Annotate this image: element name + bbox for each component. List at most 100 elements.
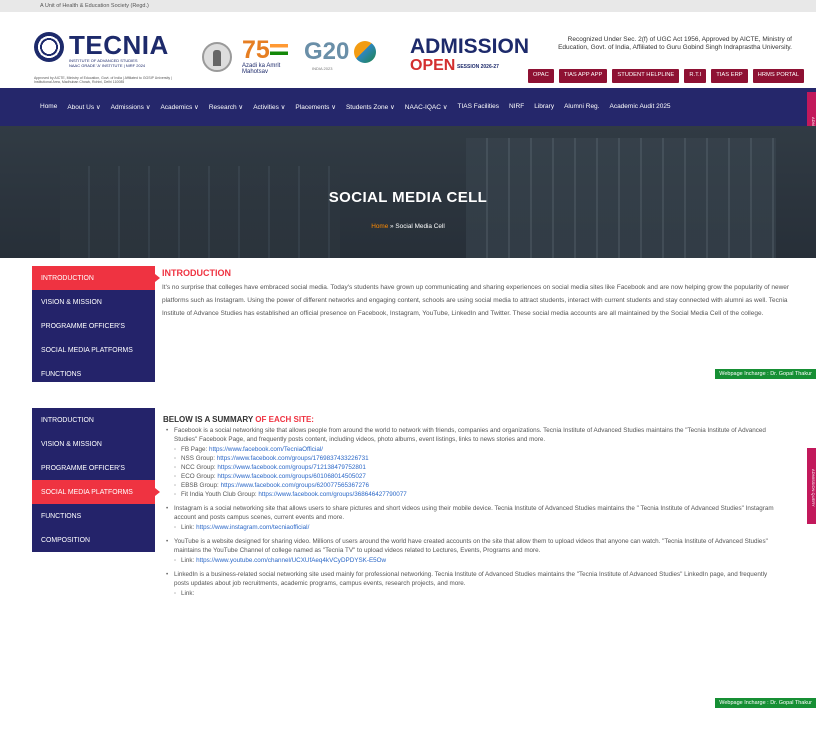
- nav-item-9[interactable]: TIAS Facilities: [457, 103, 499, 111]
- sidebar-menu-1: INTRODUCTION VISION & MISSION PROGRAMME OF…: [32, 266, 160, 386]
- screenshot-gap: [0, 382, 816, 402]
- sidebar_2-item-2[interactable]: PROGRAMME OFFICER'S: [32, 456, 155, 480]
- nav-item-6[interactable]: Placements ∨: [295, 103, 336, 111]
- quick-link-4[interactable]: TIAS ERP: [711, 69, 748, 83]
- logo-address: Approved by AICTE, Ministry of Education…: [34, 76, 173, 84]
- linkedin-link-item: Link:: [163, 589, 783, 598]
- admission-title[interactable]: ADMISSION: [410, 35, 529, 59]
- breadcrumb-home[interactable]: Home: [371, 223, 388, 230]
- quick-link-0[interactable]: OPAC: [527, 69, 554, 83]
- facebook-link-5[interactable]: https://www.facebook.com/groups/36864642…: [258, 491, 406, 498]
- facebook-link-item-2: NCC Group: https://www.facebook.com/grou…: [163, 463, 783, 472]
- nav-item-12[interactable]: Alumni Reg.: [564, 103, 599, 111]
- linkedin-description: LinkedIn is a business-related social ne…: [163, 570, 783, 588]
- intro-screenshot: INTRODUCTION VISION & MISSION PROGRAMME OF…: [0, 258, 816, 386]
- sidebar_2-item-0[interactable]: INTRODUCTION: [32, 408, 155, 432]
- summary-heading-accent: OF EACH SITE:: [255, 415, 314, 424]
- facebook-link-label-4: EBSB Group:: [181, 482, 221, 489]
- quick-link-2[interactable]: STUDENT HELPLINE: [612, 69, 680, 83]
- recognition-text: Recognized Under Sec. 2(f) of UGC Act 19…: [558, 36, 792, 51]
- nav-item-5[interactable]: Activities ∨: [253, 103, 285, 111]
- facebook-link-4[interactable]: https://www.facebook.com/groups/62007756…: [221, 482, 369, 489]
- top-strip: A Unit of Health & Education Society (Re…: [0, 0, 816, 12]
- flag-icon: [269, 44, 288, 55]
- site-header: TECNIA INSTITUTE OF ADVANCED STUDIES NAA…: [0, 12, 816, 90]
- summary-screenshot: ADMISSION QUERY INTRODUCTION VISION & MIS…: [0, 402, 816, 734]
- webpage-incharge-badge: Webpage Incharge : Dr. Gopal Thakur: [715, 369, 816, 379]
- youtube-link-label: Link:: [181, 557, 197, 564]
- azadi-text: Azadi ka Amrit Mahotsav: [242, 63, 281, 75]
- summary-heading: BELOW IS A SUMMARY OF EACH SITE:: [163, 415, 783, 424]
- nav-item-3[interactable]: Academics ∨: [160, 103, 198, 111]
- youtube-link[interactable]: https://www.youtube.com/channel/UCXUfAeq…: [196, 557, 386, 564]
- sidebar_2-item-3[interactable]: SOCIAL MEDIA PLATFORMS: [32, 480, 155, 504]
- facebook-links: FB Page: https://www.facebook.com/Tecnia…: [163, 445, 783, 499]
- nav-item-1[interactable]: About Us ∨: [67, 103, 100, 111]
- facebook-link-0[interactable]: https://www.facebook.com/TecniaOfficial/: [209, 446, 323, 453]
- logo-title: TECNIA: [69, 30, 169, 60]
- nav-item-11[interactable]: Library: [534, 103, 554, 111]
- g20-subtitle: INDIA 2023: [312, 66, 333, 71]
- facebook-link-item-0: FB Page: https://www.facebook.com/Tecnia…: [163, 445, 783, 454]
- instagram-description: Instagram is a social networking site th…: [163, 504, 783, 522]
- breadcrumb-current: Social Media Cell: [395, 223, 445, 230]
- sidebar_2-item-1[interactable]: VISION & MISSION: [32, 432, 155, 456]
- intro-heading: INTRODUCTION: [162, 268, 231, 278]
- nav-item-13[interactable]: Academic Audit 2025: [609, 103, 670, 111]
- sidebar_1-active-arrow: [155, 274, 160, 282]
- summary-list: BELOW IS A SUMMARY OF EACH SITE: Faceboo…: [163, 415, 783, 598]
- admission-open: OPEN: [410, 57, 456, 74]
- webpage-incharge-badge-2: Webpage Incharge : Dr. Gopal Thakur: [715, 698, 816, 708]
- facebook-link-2[interactable]: https://www.facebook.com/groups/71213847…: [217, 464, 365, 471]
- ashoka-emblem-icon: [202, 42, 232, 72]
- facebook-link-item-1: NSS Group: https://www.facebook.com/grou…: [163, 454, 783, 463]
- sidebar_2-item-5[interactable]: COMPOSITION: [32, 528, 155, 552]
- page: { "top_strip": "A Unit of Health & Educa…: [0, 0, 816, 734]
- quick-links: OPAC TIAS APP APP STUDENT HELPLINE R.T.I TIA…: [527, 69, 804, 83]
- nav-item-10[interactable]: NIRF: [509, 103, 524, 111]
- facebook-link-label-1: NSS Group:: [181, 455, 217, 462]
- instagram-link-label: Link:: [181, 524, 197, 531]
- facebook-link-label-5: Fit India Youth Club Group:: [181, 491, 259, 498]
- nav-item-0[interactable]: Home: [40, 103, 57, 111]
- hero-banner: SOCIAL MEDIA CELL Home » Social Media Ce…: [0, 126, 816, 258]
- azadi-logo: 75 Azadi ka Amrit Mahotsav: [242, 36, 292, 75]
- sidebar_1-item-2[interactable]: PROGRAMME OFFICER'S: [32, 314, 155, 338]
- page-title: SOCIAL MEDIA CELL: [328, 189, 488, 206]
- nav-item-7[interactable]: Students Zone ∨: [346, 103, 395, 111]
- nav-item-8[interactable]: NAAC-IQAC ∨: [405, 103, 448, 111]
- sidebar-menu-2: INTRODUCTION VISION & MISSION PROGRAMME OF…: [32, 408, 160, 552]
- intro-paragraph: It's no surprise that colleges have embr…: [162, 284, 790, 318]
- nav-item-4[interactable]: Research ∨: [209, 103, 243, 111]
- facebook-link-label-2: NCC Group:: [181, 464, 218, 471]
- sidebar_1-item-3[interactable]: SOCIAL MEDIA PLATFORMS: [32, 338, 155, 362]
- sidebar_1-item-1[interactable]: VISION & MISSION: [32, 290, 155, 314]
- nav-item-2[interactable]: Admissions ∨: [111, 103, 151, 111]
- sidebar_2-item-4[interactable]: FUNCTIONS: [32, 504, 155, 528]
- admission-query-tab-2[interactable]: ADMISSION QUERY: [807, 448, 816, 524]
- nav-list: Home About Us ∨ Admissions ∨ Academics ∨ Res…: [40, 103, 671, 111]
- intro-section: INTRODUCTION It's no surprise that colle…: [162, 268, 790, 321]
- instagram-link[interactable]: https://www.instagram.com/tecniaofficial…: [196, 524, 309, 531]
- g20-logo: G20: [304, 38, 350, 65]
- quick-link-5[interactable]: HRMS PORTAL: [752, 69, 804, 83]
- logo-mark-icon: [34, 32, 64, 62]
- facebook-link-3[interactable]: https://www.facebook.com/groups/60106801…: [217, 473, 365, 480]
- youtube-description: YouTube is a website designed for sharin…: [163, 537, 783, 555]
- quick-link-1[interactable]: TIAS APP APP: [558, 69, 608, 83]
- breadcrumb: Home » Social Media Cell: [0, 223, 816, 230]
- facebook-link-1[interactable]: https://www.facebook.com/groups/17698374…: [217, 455, 369, 462]
- sidebar_1-item-0[interactable]: INTRODUCTION: [32, 266, 155, 290]
- facebook-link-label-0: FB Page:: [181, 446, 210, 453]
- logo-grade-line: NAAC GRADE 'A' INSTITUTE | NIRF 2024: [69, 62, 146, 68]
- admission-session: SESSION 2026-27: [457, 64, 499, 70]
- youtube-link-item: Link: https://www.youtube.com/channel/UC…: [163, 556, 783, 565]
- facebook-description: Facebook is a social networking site tha…: [163, 426, 783, 444]
- quick-link-3[interactable]: R.T.I: [684, 69, 707, 83]
- summary-heading-main: BELOW IS A SUMMARY: [163, 415, 256, 424]
- facebook-link-item-3: ECO Group: https://www.facebook.com/grou…: [163, 472, 783, 481]
- globe-icon: [354, 41, 376, 63]
- logo[interactable]: TECNIA INSTITUTE OF ADVANCED STUDIES NAA…: [34, 30, 184, 94]
- facebook-link-item-4: EBSB Group: https://www.facebook.com/gro…: [163, 481, 783, 490]
- instagram-link-item: Link: https://www.instagram.com/tecniaof…: [163, 523, 783, 532]
